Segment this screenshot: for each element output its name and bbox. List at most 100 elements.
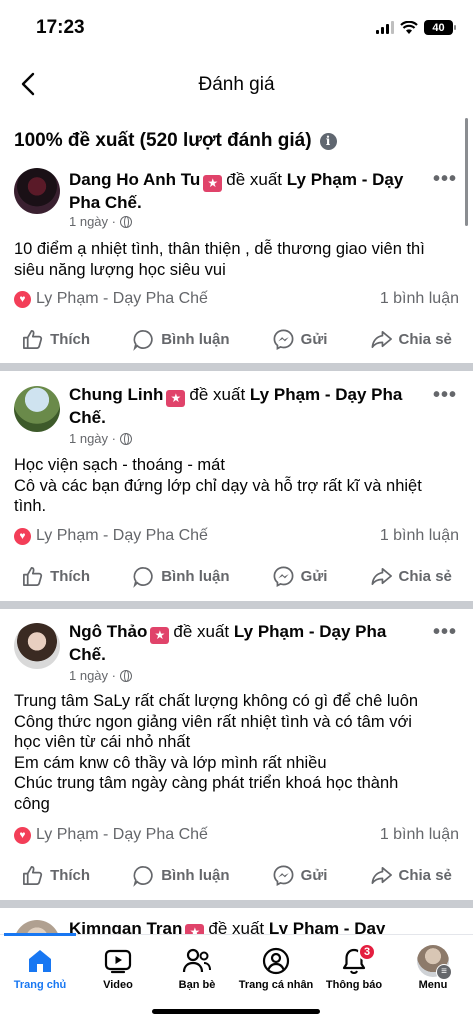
send-button[interactable]: Gửi xyxy=(272,864,327,887)
post-header: Ngô Thảo ★ đề xuất Ly Phạm - Dạy Pha Chế. xyxy=(69,622,387,664)
like-button[interactable]: Thích xyxy=(21,565,90,588)
share-button[interactable]: Chia sẻ xyxy=(370,565,452,588)
reaction-label: Ly Phạm - Dạy Pha Chế xyxy=(36,826,208,843)
post-time[interactable]: 1 ngày · xyxy=(69,431,116,446)
post-time[interactable]: 1 ngày · xyxy=(69,668,116,683)
comment-icon xyxy=(133,330,153,351)
tab-friends[interactable]: Bạn bè xyxy=(157,943,237,991)
status-bar: 17:23 40 xyxy=(0,0,473,58)
post-meta: 1 ngày · xyxy=(69,431,132,446)
thumbs-up-icon xyxy=(23,330,43,349)
recommend-badge-icon: ★ xyxy=(166,390,186,407)
comment-count[interactable]: 1 bình luận xyxy=(380,527,459,545)
post-divider xyxy=(0,900,473,908)
heart-reaction-icon: ♥ xyxy=(14,290,31,308)
recommend-badge-icon: ★ xyxy=(150,627,170,644)
reaction-row: ♥ Ly Phạm - Dạy Pha Chế 1 bình luận xyxy=(14,290,459,308)
post-header: Kimngan Tran ★ đề xuất Ly Phạm - Dạy xyxy=(69,918,413,934)
tab-label: Thông báo xyxy=(325,979,383,991)
header: Đánh giá xyxy=(0,58,473,112)
like-button[interactable]: Thích xyxy=(21,328,90,351)
more-options-button[interactable]: ••• xyxy=(433,621,457,644)
video-icon xyxy=(104,949,132,974)
comment-button[interactable]: Bình luận xyxy=(132,328,230,351)
battery-indicator: 40 xyxy=(424,20,456,35)
action-row: Thích Bình luận Gửi Chia sẻ xyxy=(0,864,473,887)
tab-video[interactable]: Video xyxy=(78,943,158,991)
profile-icon xyxy=(262,947,290,975)
globe-icon xyxy=(119,432,132,445)
scrollbar[interactable] xyxy=(465,118,468,226)
comment-icon xyxy=(133,567,153,588)
post-header: Chung Linh ★ đề xuất Ly Phạm - Dạy Pha Chế… xyxy=(69,385,403,427)
page-name[interactable]: Ly Phạm - Dạy xyxy=(269,919,386,934)
send-button[interactable]: Gửi xyxy=(272,328,327,351)
comment-count[interactable]: 1 bình luận xyxy=(380,826,459,844)
summary-text: 100% đề xuất (520 lượt đánh giá) xyxy=(14,130,312,151)
comment-icon xyxy=(133,866,153,887)
tab-home[interactable]: Trang chủ xyxy=(0,943,80,991)
status-time: 17:23 xyxy=(36,17,85,38)
comment-button[interactable]: Bình luận xyxy=(132,565,230,588)
thumbs-up-icon xyxy=(23,866,43,885)
thumbs-up-icon xyxy=(23,567,43,586)
globe-icon xyxy=(119,215,132,228)
friends-icon xyxy=(182,948,211,973)
messenger-icon xyxy=(273,329,294,351)
tab-label: Trang cá nhân xyxy=(238,979,314,991)
post-text: 10 điểm ạ nhiệt tình, thân thiện , dễ th… xyxy=(14,240,425,279)
review-summary: 100% đề xuất (520 lượt đánh giá) i xyxy=(14,130,337,152)
signal-icon xyxy=(376,21,394,34)
action-row: Thích Bình luận Gửi Chia sẻ xyxy=(0,565,473,588)
avatar[interactable] xyxy=(14,623,60,669)
author-name[interactable]: Dang Ho Anh Tu xyxy=(69,170,200,189)
reaction-row: ♥ Ly Phạm - Dạy Pha Chế 1 bình luận xyxy=(14,527,459,545)
messenger-icon xyxy=(273,865,294,887)
post-text: Trung tâm SaLy rất chất lượng không có g… xyxy=(14,692,419,813)
home-indicator xyxy=(152,1009,320,1014)
share-button[interactable]: Chia sẻ xyxy=(370,328,452,351)
tab-label: Video xyxy=(103,979,133,991)
menu-avatar-icon xyxy=(417,945,452,980)
share-icon xyxy=(371,866,392,885)
comment-button[interactable]: Bình luận xyxy=(132,864,230,887)
like-button[interactable]: Thích xyxy=(21,864,90,887)
heart-reaction-icon: ♥ xyxy=(14,826,31,844)
home-icon xyxy=(29,950,51,972)
tab-menu[interactable]: Menu xyxy=(393,943,473,991)
globe-icon xyxy=(119,669,132,682)
post-header: Dang Ho Anh Tu ★ đề xuất Ly Phạm - Dạy Pha… xyxy=(69,170,404,212)
messenger-icon xyxy=(273,566,294,588)
page-title: Đánh giá xyxy=(198,74,275,95)
send-button[interactable]: Gửi xyxy=(272,565,327,588)
avatar[interactable] xyxy=(14,168,60,214)
wifi-icon xyxy=(400,20,418,34)
post-meta: 1 ngày · xyxy=(69,214,132,229)
review-post: Kimngan Tran ★ đề xuất Ly Phạm - Dạy xyxy=(0,918,473,934)
reaction-label: Ly Phạm - Dạy Pha Chế xyxy=(36,527,208,544)
author-name[interactable]: Chung Linh xyxy=(69,385,163,404)
action-row: Thích Bình luận Gửi Chia sẻ xyxy=(0,328,473,351)
post-text: Học viện sạch - thoáng - mát Cô và các b… xyxy=(14,456,422,515)
share-icon xyxy=(371,567,392,586)
post-divider xyxy=(0,601,473,609)
tab-profile[interactable]: Trang cá nhân xyxy=(236,943,316,991)
share-button[interactable]: Chia sẻ xyxy=(370,864,452,887)
post-meta: 1 ngày · xyxy=(69,668,132,683)
recommend-badge-icon: ★ xyxy=(185,924,205,934)
tab-label: Menu xyxy=(418,979,448,991)
tab-label: Bạn bè xyxy=(178,979,216,991)
author-name[interactable]: Ngô Thảo xyxy=(69,622,147,641)
comment-count[interactable]: 1 bình luận xyxy=(380,290,459,308)
tab-notifications[interactable]: 3 Thông báo xyxy=(314,943,394,991)
author-name[interactable]: Kimngan Tran xyxy=(69,919,182,934)
tab-label: Trang chủ xyxy=(13,979,67,991)
avatar[interactable] xyxy=(14,386,60,432)
avatar[interactable] xyxy=(14,920,60,934)
heart-reaction-icon: ♥ xyxy=(14,527,31,545)
post-time[interactable]: 1 ngày · xyxy=(69,214,116,229)
status-icons: 40 xyxy=(376,20,456,35)
more-options-button[interactable]: ••• xyxy=(433,168,457,191)
more-options-button[interactable]: ••• xyxy=(433,384,457,407)
info-icon[interactable]: i xyxy=(319,132,337,150)
